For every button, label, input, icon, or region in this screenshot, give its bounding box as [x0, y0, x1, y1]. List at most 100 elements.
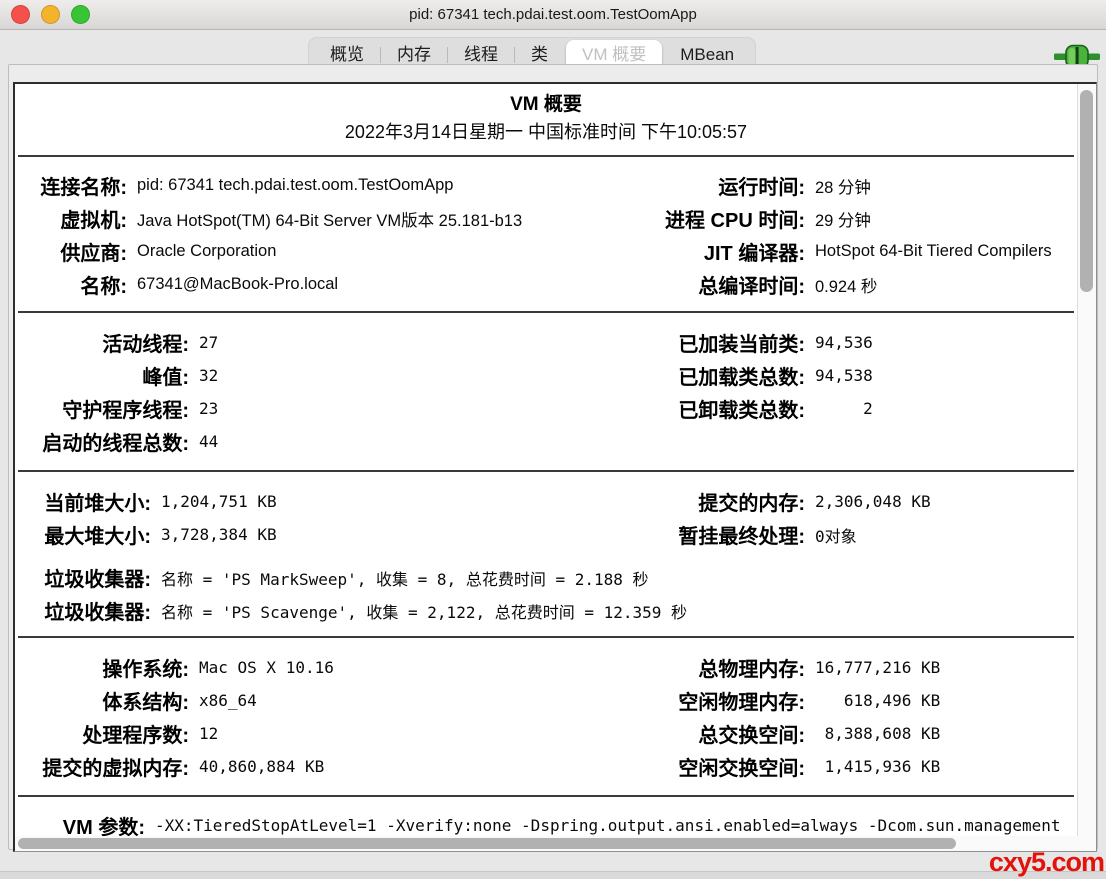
field-value: Oracle Corporation — [137, 242, 645, 261]
page-title: VM 概要 — [15, 91, 1077, 118]
row-daemon-threads: 守护程序线程: 23 已卸载类总数: 2 — [33, 392, 1073, 425]
field-label: 守护程序线程: — [33, 394, 189, 423]
section-threads-classes: 活动线程: 27 已加装当前类: 94,536 峰值: 32 已加载类总数: 9… — [15, 313, 1077, 470]
field-value: 0.924 秒 — [815, 273, 1073, 297]
field-value: 29 分钟 — [815, 207, 1073, 231]
field-label: 垃圾收集器: — [33, 596, 151, 625]
watermark: cxy5.com — [989, 847, 1104, 878]
field-value: 0对象 — [815, 523, 1073, 547]
field-label: 已加装当前类: — [655, 328, 805, 357]
field-value: 618,496 KB — [815, 691, 1073, 710]
row-processors: 处理程序数: 12 总交换空间: 8,388,608 KB — [33, 717, 1073, 750]
field-label: 启动的线程总数: — [33, 427, 189, 456]
field-label: 空闲物理内存: — [663, 686, 805, 715]
field-value: 28 分钟 — [815, 174, 1073, 198]
minimize-button[interactable] — [41, 5, 60, 24]
field-value: 23 — [199, 399, 645, 418]
field-label: 提交的虚拟内存: — [33, 752, 189, 781]
section-operating-system: 操作系统: Mac OS X 10.16 总物理内存: 16,777,216 K… — [15, 638, 1077, 795]
field-value: 16,777,216 KB — [815, 658, 1073, 677]
field-value: Mac OS X 10.16 — [199, 658, 653, 677]
field-value: 3,728,384 KB — [161, 525, 653, 544]
row-current-heap: 当前堆大小: 1,204,751 KB 提交的内存: 2,306,048 KB — [33, 485, 1073, 518]
field-label: 垃圾收集器: — [33, 563, 151, 592]
row-connection-name: 连接名称: pid: 67341 tech.pdai.test.oom.Test… — [33, 169, 1073, 202]
field-label: 体系结构: — [33, 686, 189, 715]
field-value: 名称 = 'PS Scavenge', 收集 = 2,122, 总花费时间 = … — [161, 599, 1073, 623]
close-button[interactable] — [11, 5, 30, 24]
summary-viewport: VM 概要 2022年3月14日星期一 中国标准时间 下午10:05:57 连接… — [15, 84, 1077, 836]
field-label: 总物理内存: — [663, 653, 805, 682]
row-garbage-collector-marksweep: 垃圾收集器: 名称 = 'PS MarkSweep', 收集 = 8, 总花费时… — [33, 561, 1073, 594]
field-value: 32 — [199, 366, 645, 385]
field-label: 当前堆大小: — [33, 487, 151, 516]
field-value: x86_64 — [199, 691, 653, 710]
field-value: 12 — [199, 724, 653, 743]
summary-header: VM 概要 2022年3月14日星期一 中国标准时间 下午10:05:57 — [15, 84, 1077, 155]
field-label: 活动线程: — [33, 328, 189, 357]
horizontal-scrollbar[interactable] — [15, 836, 1077, 851]
row-live-threads: 活动线程: 27 已加装当前类: 94,536 — [33, 326, 1073, 359]
field-label: 已加载类总数: — [655, 361, 805, 390]
row-vm-arguments: VM 参数: -XX:TieredStopAtLevel=1 -Xverify:… — [33, 809, 1073, 836]
field-value: Java HotSpot(TM) 64-Bit Server VM版本 25.1… — [137, 207, 645, 231]
vertical-scrollbar[interactable] — [1077, 84, 1096, 836]
zoom-button[interactable] — [71, 5, 90, 24]
field-value: 名称 = 'PS MarkSweep', 收集 = 8, 总花费时间 = 2.1… — [161, 566, 1073, 590]
field-value: 40,860,884 KB — [199, 757, 653, 776]
row-peak-threads: 峰值: 32 已加载类总数: 94,538 — [33, 359, 1073, 392]
field-label: 虚拟机: — [33, 204, 127, 233]
title-bar: pid: 67341 tech.pdai.test.oom.TestOomApp — [0, 0, 1106, 30]
field-label: 空闲交换空间: — [663, 752, 805, 781]
row-garbage-collector-scavenge: 垃圾收集器: 名称 = 'PS Scavenge', 收集 = 2,122, 总… — [33, 594, 1073, 627]
field-label: JIT 编译器: — [655, 237, 805, 266]
field-value: 94,536 — [815, 333, 1073, 352]
vertical-scrollbar-thumb[interactable] — [1080, 90, 1093, 292]
field-label: 总交换空间: — [663, 719, 805, 748]
field-label: 提交的内存: — [663, 487, 805, 516]
field-value: pid: 67341 tech.pdai.test.oom.TestOomApp — [137, 176, 645, 195]
section-connection: 连接名称: pid: 67341 tech.pdai.test.oom.Test… — [15, 157, 1077, 311]
field-label: 进程 CPU 时间: — [655, 204, 805, 233]
row-name: 名称: 67341@MacBook-Pro.local 总编译时间: 0.924… — [33, 268, 1073, 301]
snapshot-timestamp: 2022年3月14日星期一 中国标准时间 下午10:05:57 — [15, 118, 1077, 146]
row-virtual-machine: 虚拟机: Java HotSpot(TM) 64-Bit Server VM版本… — [33, 202, 1073, 235]
traffic-lights — [11, 5, 90, 24]
field-value: 94,538 — [815, 366, 1073, 385]
section-memory: 当前堆大小: 1,204,751 KB 提交的内存: 2,306,048 KB … — [15, 472, 1077, 636]
row-max-heap: 最大堆大小: 3,728,384 KB 暂挂最终处理: 0对象 — [33, 518, 1073, 551]
field-value: 44 — [199, 432, 645, 451]
field-label: 峰值: — [33, 361, 189, 390]
field-value: HotSpot 64-Bit Tiered Compilers — [815, 242, 1073, 261]
summary-scrollpane: VM 概要 2022年3月14日星期一 中国标准时间 下午10:05:57 连接… — [13, 82, 1097, 852]
spacer — [33, 551, 1073, 561]
field-label: 最大堆大小: — [33, 520, 151, 549]
horizontal-scrollbar-thumb[interactable] — [18, 838, 956, 849]
row-committed-virtual-memory: 提交的虚拟内存: 40,860,884 KB 空闲交换空间: 1,415,936… — [33, 750, 1073, 783]
field-label: 连接名称: — [33, 171, 127, 200]
section-vm-arguments: VM 参数: -XX:TieredStopAtLevel=1 -Xverify:… — [15, 797, 1077, 836]
field-value: 27 — [199, 333, 645, 352]
field-label: 总编译时间: — [655, 270, 805, 299]
field-value: 1,204,751 KB — [161, 492, 653, 511]
field-value: -XX:TieredStopAtLevel=1 -Xverify:none -D… — [155, 816, 1073, 835]
window-title: pid: 67341 tech.pdai.test.oom.TestOomApp — [0, 0, 1106, 29]
field-label: 处理程序数: — [33, 719, 189, 748]
field-label: 名称: — [33, 270, 127, 299]
row-architecture: 体系结构: x86_64 空闲物理内存: 618,496 KB — [33, 684, 1073, 717]
field-value: 2,306,048 KB — [815, 492, 1073, 511]
field-label: VM 参数: — [33, 811, 145, 836]
window-bottom-edge — [0, 871, 1106, 879]
field-value: 2 — [815, 399, 1073, 418]
field-label: 供应商: — [33, 237, 127, 266]
field-label: 已卸载类总数: — [655, 394, 805, 423]
row-operating-system: 操作系统: Mac OS X 10.16 总物理内存: 16,777,216 K… — [33, 651, 1073, 684]
field-label: 暂挂最终处理: — [663, 520, 805, 549]
field-value: 67341@MacBook-Pro.local — [137, 275, 645, 294]
field-value: 1,415,936 KB — [815, 757, 1073, 776]
field-label: 操作系统: — [33, 653, 189, 682]
field-label: 运行时间: — [655, 171, 805, 200]
row-vendor: 供应商: Oracle Corporation JIT 编译器: HotSpot… — [33, 235, 1073, 268]
field-value: 8,388,608 KB — [815, 724, 1073, 743]
row-total-threads-started: 启动的线程总数: 44 — [33, 425, 1073, 458]
